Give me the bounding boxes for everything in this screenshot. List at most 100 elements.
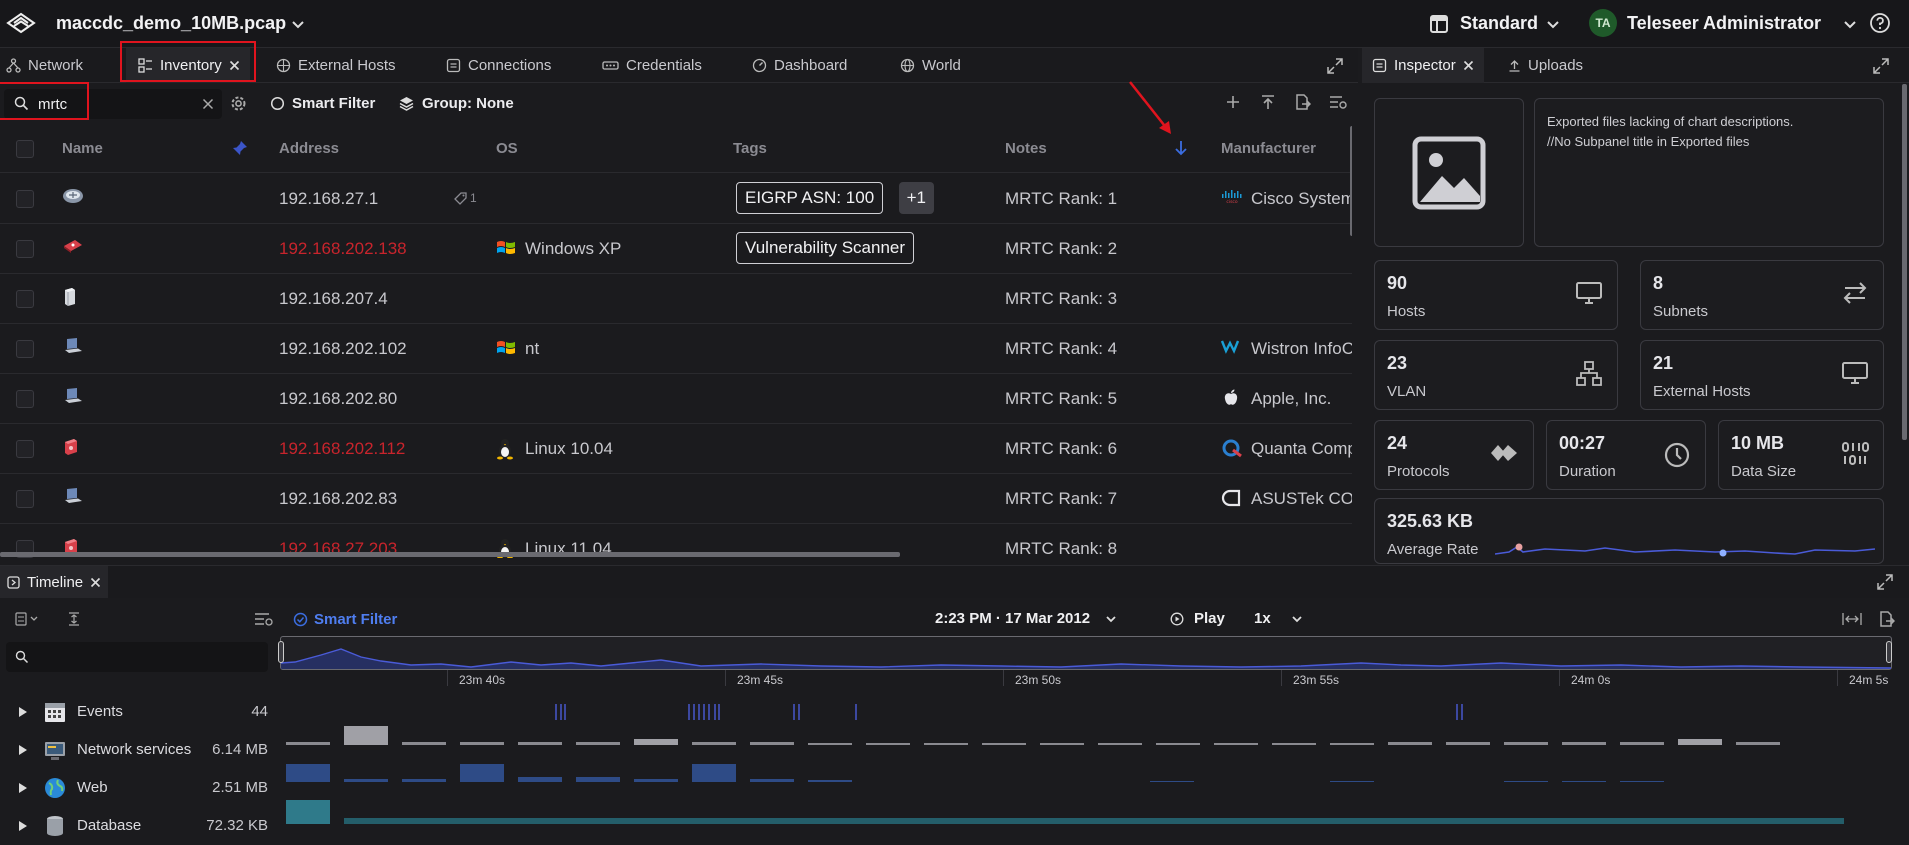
table-row[interactable]: 192.168.202.80 MRTC Rank: 5 Apple, Inc.: [0, 374, 1352, 424]
range-handle-left[interactable]: [278, 641, 284, 663]
column-header-address[interactable]: Address: [279, 140, 339, 157]
manufacturer-cell: Quanta Computer: [1251, 439, 1352, 458]
table-row[interactable]: 192.168.207.4 MRTC Rank: 3: [0, 274, 1352, 324]
layout-icon[interactable]: [1429, 14, 1449, 34]
table-row[interactable]: 192.168.202.138 Windows XP Vulnerability S…: [0, 224, 1352, 274]
search-icon: [15, 650, 29, 664]
upload-top-icon[interactable]: [1259, 93, 1277, 111]
address-cell[interactable]: 192.168.27.1: [279, 189, 378, 209]
notes-cell: MRTC Rank: 6: [1005, 439, 1118, 458]
close-icon[interactable]: [1463, 60, 1474, 71]
help-icon[interactable]: [1869, 12, 1891, 34]
row-checkbox[interactable]: [16, 240, 34, 258]
timeline-search-field[interactable]: [6, 642, 268, 672]
tab-inventory[interactable]: Inventory: [126, 48, 250, 83]
column-header-name[interactable]: Name: [62, 140, 103, 157]
play-button[interactable]: Play: [1170, 610, 1225, 627]
tab-external-hosts[interactable]: External Hosts: [276, 48, 416, 83]
tab-dashboard[interactable]: Dashboard: [752, 48, 862, 83]
clear-icon[interactable]: [202, 98, 214, 110]
sort-descending-icon[interactable]: [1174, 139, 1188, 157]
chevron-down-icon[interactable]: [1104, 612, 1118, 626]
expand-icon[interactable]: [1872, 57, 1890, 75]
inspector-scrollbar[interactable]: [1902, 84, 1907, 440]
row-checkbox[interactable]: [16, 390, 34, 408]
column-header-os[interactable]: OS: [496, 140, 518, 157]
address-cell[interactable]: 192.168.202.102: [279, 339, 407, 359]
event-category-row[interactable]: Database 72.32 KB: [0, 807, 278, 845]
export-icon[interactable]: [1877, 610, 1895, 628]
pin-icon[interactable]: [232, 140, 248, 156]
address-cell[interactable]: 192.168.202.138: [279, 239, 407, 259]
select-all-checkbox[interactable]: [16, 140, 34, 158]
search-field[interactable]: [4, 89, 222, 119]
event-category-row[interactable]: Network services 6.14 MB: [0, 731, 278, 769]
tab-inspector[interactable]: Inspector: [1362, 48, 1484, 83]
layout-selector[interactable]: Standard: [1460, 13, 1538, 34]
tab-network[interactable]: Network: [6, 48, 116, 83]
playback-speed[interactable]: 1x: [1254, 610, 1271, 627]
tab-timeline[interactable]: Timeline: [0, 566, 108, 598]
table-row[interactable]: 192.168.202.83 MRTC Rank: 7 ASUSTek COMPUT…: [0, 474, 1352, 524]
timeline-datetime[interactable]: 2:23 PM · 17 Mar 2012: [935, 610, 1090, 627]
chevron-down-icon[interactable]: [1842, 16, 1858, 32]
collapse-icon[interactable]: [67, 611, 81, 627]
row-checkbox[interactable]: [16, 290, 34, 308]
horizontal-scrollbar[interactable]: [0, 552, 900, 557]
export-icon[interactable]: [1293, 93, 1311, 111]
expand-caret-icon[interactable]: [18, 744, 28, 756]
address-cell[interactable]: 192.168.202.83: [279, 489, 397, 509]
tab-label: Network: [28, 57, 84, 74]
filter-settings-icon[interactable]: [254, 611, 274, 627]
column-header-notes[interactable]: Notes: [1005, 140, 1047, 157]
network-services-icon: [44, 739, 66, 761]
search-input[interactable]: [38, 94, 188, 114]
expand-caret-icon[interactable]: [18, 782, 28, 794]
address-cell[interactable]: 192.168.207.4: [279, 289, 388, 309]
range-handle-right[interactable]: [1886, 641, 1892, 663]
table-row[interactable]: 192.168.27.1 1 EIGRP ASN: 100 +1 MRTC Rank: …: [0, 174, 1352, 224]
tag-chip[interactable]: Vulnerability Scanner: [736, 232, 915, 264]
list-view-icon[interactable]: [15, 612, 41, 626]
avatar[interactable]: TA: [1589, 9, 1617, 37]
vertical-scrollbar[interactable]: [1350, 126, 1352, 236]
row-checkbox[interactable]: [16, 190, 34, 208]
expand-icon[interactable]: [1876, 573, 1894, 591]
column-settings-icon[interactable]: [1328, 93, 1348, 111]
fit-width-icon[interactable]: [1842, 611, 1862, 627]
row-checkbox[interactable]: [16, 440, 34, 458]
column-header-tags[interactable]: Tags: [733, 140, 767, 157]
column-header-manufacturer[interactable]: Manufacturer: [1221, 140, 1316, 157]
timeline-overview-scrubber[interactable]: [278, 636, 1892, 670]
smart-filter-toggle[interactable]: Smart Filter: [270, 95, 375, 112]
address-cell[interactable]: 192.168.202.112: [279, 439, 405, 459]
expand-icon[interactable]: [1326, 57, 1344, 75]
tag-chip[interactable]: EIGRP ASN: 100: [736, 182, 884, 214]
more-tags-badge[interactable]: +1: [898, 182, 934, 214]
table-row[interactable]: 192.168.202.102 nt MRTC Rank: 4 Wistron Inf…: [0, 324, 1352, 374]
chevron-down-icon[interactable]: [1290, 612, 1304, 626]
expand-caret-icon[interactable]: [18, 706, 28, 718]
user-menu[interactable]: Teleseer Administrator: [1627, 13, 1821, 34]
close-icon[interactable]: [229, 60, 240, 71]
timeline-smart-filter[interactable]: Smart Filter: [293, 611, 397, 628]
row-checkbox[interactable]: [16, 340, 34, 358]
tab-world[interactable]: World: [900, 48, 990, 83]
close-icon[interactable]: [90, 577, 101, 588]
table-row[interactable]: 192.168.202.112 Linux 10.04 MRTC Rank: 6 Qu…: [0, 424, 1352, 474]
address-cell[interactable]: 192.168.202.80: [279, 389, 397, 409]
group-selector[interactable]: Group: None: [398, 95, 514, 112]
chevron-down-icon[interactable]: [1545, 16, 1561, 32]
tab-uploads[interactable]: Uploads: [1508, 48, 1618, 83]
add-icon[interactable]: [1224, 93, 1242, 111]
project-file-name[interactable]: maccdc_demo_10MB.pcap: [56, 13, 286, 34]
teleseer-logo-icon[interactable]: [6, 12, 36, 34]
tab-connections[interactable]: Connections: [446, 48, 576, 83]
event-category-row[interactable]: Events 44: [0, 693, 278, 731]
settings-gear-icon[interactable]: [230, 95, 247, 112]
row-checkbox[interactable]: [16, 490, 34, 508]
tab-credentials[interactable]: Credentials: [602, 48, 722, 83]
event-category-row[interactable]: Web 2.51 MB: [0, 769, 278, 807]
expand-caret-icon[interactable]: [18, 820, 28, 832]
chevron-down-icon[interactable]: [290, 16, 306, 32]
